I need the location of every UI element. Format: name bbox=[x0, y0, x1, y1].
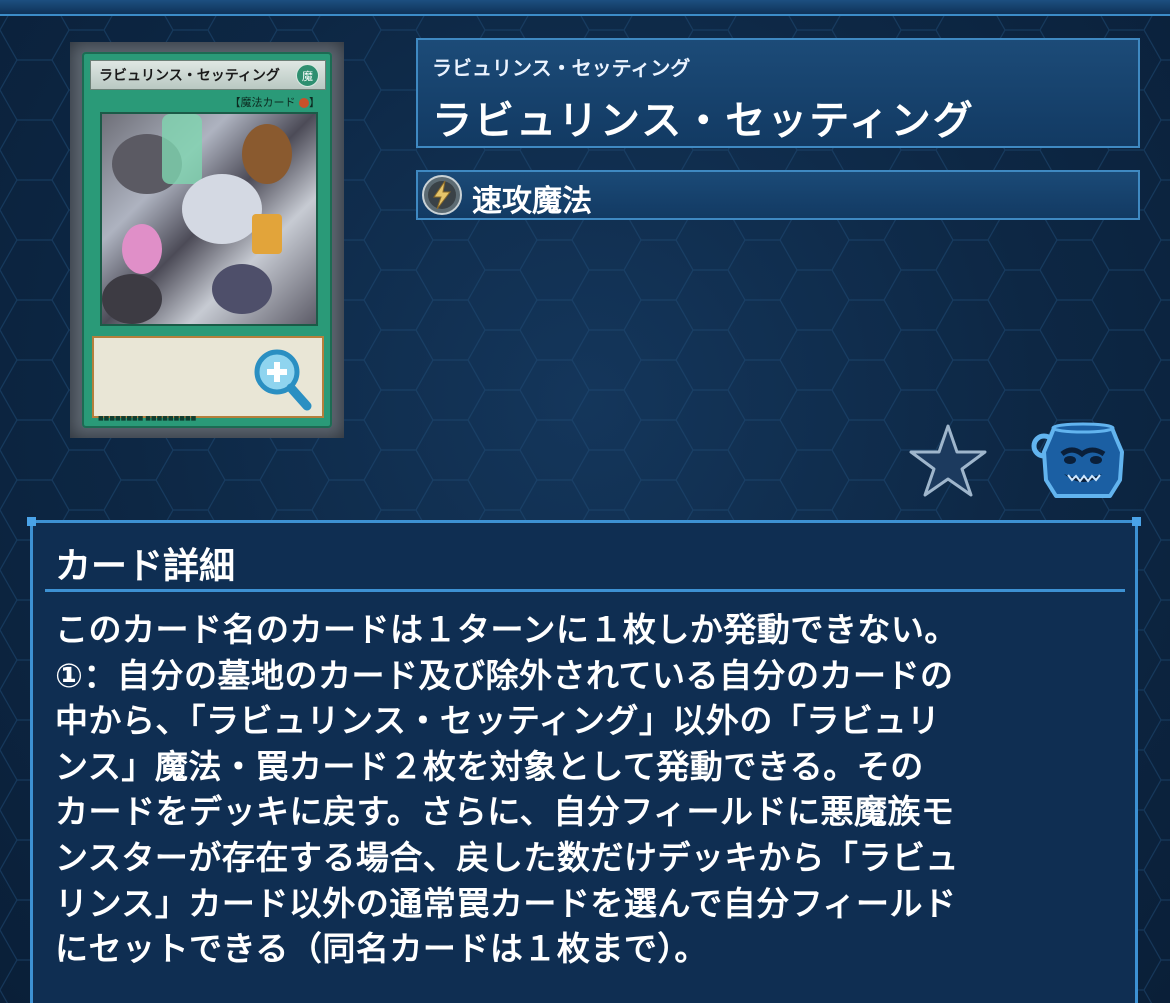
card-type: 速攻魔法 bbox=[472, 184, 592, 219]
star-icon[interactable] bbox=[908, 422, 988, 498]
top-bar bbox=[0, 0, 1170, 16]
card-frame-name: ラビュリンス・セッティング bbox=[99, 68, 280, 84]
panel-corner bbox=[1132, 517, 1141, 526]
detail-title: カード詳細 bbox=[55, 546, 236, 587]
card-name-ruby: ラビュリンス・セッティング bbox=[432, 56, 691, 80]
card-artwork bbox=[100, 112, 318, 326]
card-name-panel: ラビュリンス・セッティング ラビュリンス・セッティング bbox=[416, 38, 1140, 148]
card-frame-type: 【魔法カード 】 bbox=[229, 96, 321, 109]
card-attribute-icon: 魔 bbox=[296, 64, 319, 87]
card-frame-name-bar: ラビュリンス・セッティング 魔 bbox=[90, 60, 326, 90]
zoom-in-icon[interactable] bbox=[253, 348, 313, 414]
card-name: ラビュリンス・セッティング bbox=[432, 98, 975, 144]
card-effect-text: このカード名のカードは１ターンに１枚しか発動できない。 ①：自分の墓地のカード及… bbox=[55, 610, 959, 969]
quick-play-spell-icon bbox=[422, 175, 462, 215]
detail-divider bbox=[45, 589, 1125, 592]
card-type-panel: 速攻魔法 bbox=[416, 170, 1140, 220]
panel-corner bbox=[27, 517, 36, 526]
card-footer: ■■■■■■■■ ■■■■■■■■■ bbox=[98, 415, 197, 422]
card-detail-panel: カード詳細 このカード名のカードは１ターンに１枚しか発動できない。 ①：自分の墓… bbox=[27, 517, 1141, 1003]
pot-of-greed-icon[interactable] bbox=[1030, 420, 1126, 502]
